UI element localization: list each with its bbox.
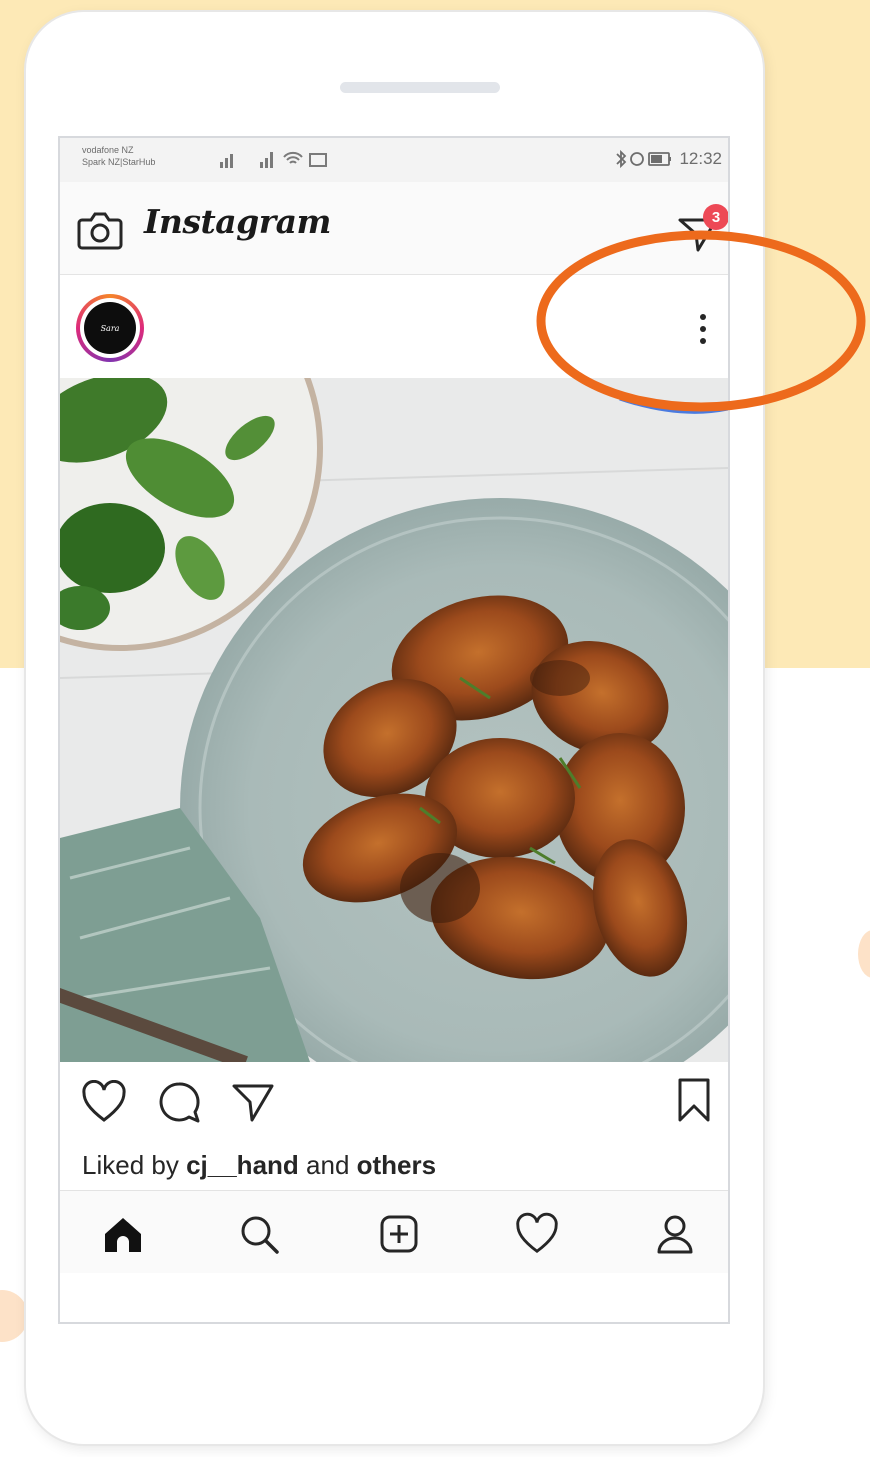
likes-text: Liked by cj__hand and others bbox=[82, 1150, 436, 1181]
add-post-icon bbox=[380, 1215, 418, 1253]
profile-icon bbox=[657, 1215, 693, 1254]
share-icon[interactable] bbox=[230, 1080, 276, 1124]
comment-icon[interactable] bbox=[156, 1080, 202, 1124]
story-ring[interactable]: Sara bbox=[76, 294, 144, 362]
carrier-line-1: vodafone NZ bbox=[82, 145, 134, 155]
likes-prefix: Liked by bbox=[82, 1150, 187, 1180]
status-right: 12:32 bbox=[613, 148, 722, 170]
direct-message-button[interactable]: 3 bbox=[676, 204, 728, 254]
phone-speaker bbox=[340, 82, 500, 93]
camera-icon[interactable] bbox=[76, 208, 124, 252]
status-bar: vodafone NZ Spark NZ|StarHub 12:32 bbox=[60, 138, 728, 182]
phone-screen: vodafone NZ Spark NZ|StarHub 12:32 Insta… bbox=[58, 136, 730, 1324]
decorative-dot bbox=[858, 930, 870, 978]
search-icon bbox=[241, 1216, 279, 1254]
more-vertical-icon-dot bbox=[700, 326, 706, 332]
carrier-label: vodafone NZ Spark NZ|StarHub bbox=[82, 144, 155, 168]
carrier-line-2: Spark NZ|StarHub bbox=[82, 157, 156, 167]
post-actions bbox=[60, 1062, 728, 1138]
more-vertical-icon-dot bbox=[700, 338, 706, 344]
bottom-navigation bbox=[60, 1190, 728, 1273]
activity-heart-icon bbox=[516, 1212, 558, 1254]
avatar-border: Sara bbox=[80, 298, 140, 358]
status-time: 12:32 bbox=[679, 149, 722, 168]
post-photo[interactable] bbox=[60, 378, 728, 1062]
home-icon bbox=[105, 1218, 141, 1252]
heart-icon[interactable] bbox=[80, 1080, 128, 1124]
more-options-button[interactable] bbox=[678, 304, 728, 354]
avatar: Sara bbox=[84, 302, 136, 354]
likes-middle: and bbox=[298, 1150, 357, 1180]
app-header: Instagram 3 bbox=[60, 182, 728, 275]
signal-wifi-icons bbox=[220, 151, 327, 168]
instagram-wordmark: Instagram bbox=[144, 202, 331, 241]
nav-home[interactable] bbox=[96, 1207, 150, 1261]
nav-add-post[interactable] bbox=[372, 1207, 426, 1261]
nav-activity[interactable] bbox=[510, 1207, 564, 1261]
bookmark-icon[interactable] bbox=[674, 1076, 714, 1124]
more-vertical-icon bbox=[700, 314, 706, 320]
decorative-dot bbox=[0, 1290, 28, 1342]
likes-others-link[interactable]: others bbox=[357, 1150, 436, 1180]
nav-profile[interactable] bbox=[648, 1207, 702, 1261]
nav-search[interactable] bbox=[232, 1207, 286, 1261]
liked-by-user-link[interactable]: cj__hand bbox=[186, 1150, 299, 1180]
post-header: Sara bbox=[60, 276, 728, 380]
notification-badge: 3 bbox=[703, 204, 728, 230]
bluetooth-battery-icons bbox=[616, 149, 672, 169]
